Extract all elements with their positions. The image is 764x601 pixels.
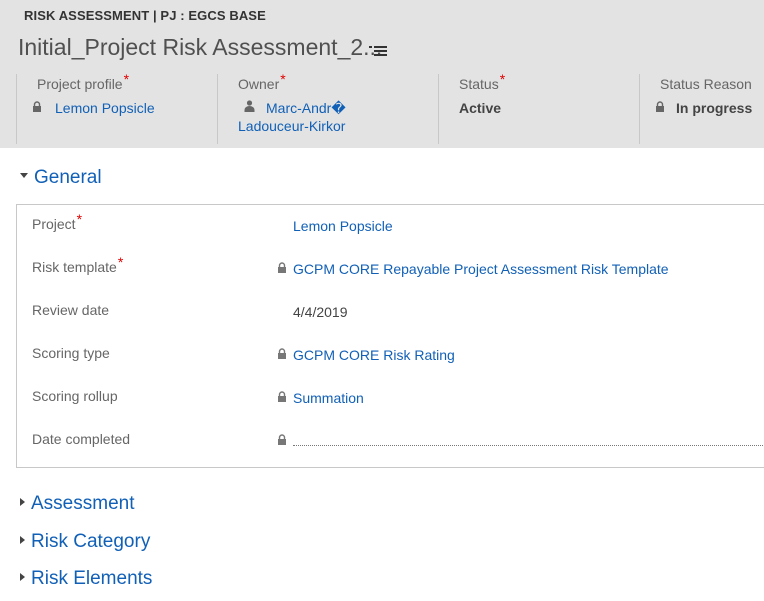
scoring-rollup-link[interactable]: Summation: [293, 390, 364, 406]
required-indicator: *: [117, 254, 124, 270]
expand-triangle-icon: [20, 497, 25, 506]
general-section-fields: Project* Lemon Popsicle Risk template* G…: [16, 204, 764, 468]
field-label: Risk template*: [32, 254, 124, 275]
lock-icon: [278, 348, 286, 359]
field-label: Review date: [32, 302, 110, 318]
project-link[interactable]: Lemon Popsicle: [293, 218, 393, 234]
header-field-status: Status* Active: [438, 71, 638, 144]
status-reason-value: In progress: [676, 100, 753, 116]
header-field-label: Status Reason: [660, 76, 752, 92]
field-row-scoring-type: Scoring type GCPM CORE Risk Rating: [17, 345, 764, 375]
section-title: Risk Category: [31, 531, 151, 552]
header-field-status-reason: Status Reason In progress: [639, 74, 764, 144]
entity-type-label: RISK ASSESSMENT | PJ : EGCS BASE: [24, 8, 266, 23]
header-field-label: Project profile*: [37, 71, 130, 92]
required-indicator: *: [76, 211, 83, 227]
owner-link-continued[interactable]: Ladouceur-Kirkor: [238, 118, 345, 134]
field-row-scoring-rollup: Scoring rollup Summation: [17, 388, 764, 418]
field-row-date-completed: Date completed: [17, 431, 764, 461]
header-field-label: Owner*: [238, 71, 286, 92]
section-risk-category-toggle[interactable]: Risk Category: [20, 531, 150, 553]
form-selector-menu-icon[interactable]: [369, 44, 387, 58]
field-row-review-date: Review date 4/4/2019: [17, 302, 764, 332]
field-label: Project*: [32, 211, 83, 232]
required-indicator: *: [280, 71, 286, 87]
lock-icon: [33, 101, 41, 112]
owner-link[interactable]: Marc-Andr�: [266, 100, 346, 117]
section-assessment-toggle[interactable]: Assessment: [20, 493, 134, 515]
review-date-value[interactable]: 4/4/2019: [293, 304, 348, 320]
expand-triangle-icon: [20, 535, 25, 544]
project-profile-link[interactable]: Lemon Popsicle: [55, 100, 155, 116]
section-title: Assessment: [31, 493, 135, 514]
field-label: Scoring rollup: [32, 388, 118, 404]
section-title: General: [34, 167, 102, 188]
date-completed-empty-field[interactable]: [293, 445, 764, 446]
risk-template-link[interactable]: GCPM CORE Repayable Project Assessment R…: [293, 261, 669, 277]
collapse-triangle-icon: [20, 173, 28, 179]
record-title[interactable]: Initial_Project Risk Assessment_2...: [18, 34, 382, 61]
field-row-risk-template: Risk template* GCPM CORE Repayable Proje…: [17, 254, 764, 289]
expand-triangle-icon: [20, 572, 25, 581]
lock-icon: [278, 262, 286, 273]
scoring-type-link[interactable]: GCPM CORE Risk Rating: [293, 347, 455, 363]
required-indicator: *: [123, 71, 130, 87]
header-field-owner: Owner* Marc-Andr� Ladouceur-Kirkor: [217, 71, 437, 144]
user-icon: [244, 100, 255, 112]
header-field-label: Status*: [459, 71, 506, 92]
record-header: RISK ASSESSMENT | PJ : EGCS BASE Initial…: [0, 0, 764, 148]
status-value[interactable]: Active: [459, 100, 501, 116]
section-title: Risk Elements: [31, 568, 153, 589]
field-row-project: Project* Lemon Popsicle: [17, 211, 764, 246]
lock-icon: [278, 391, 286, 402]
section-general-toggle[interactable]: General: [20, 167, 102, 189]
section-risk-elements-toggle[interactable]: Risk Elements: [20, 568, 152, 590]
required-indicator: *: [499, 71, 506, 87]
lock-icon: [278, 434, 286, 445]
field-label: Scoring type: [32, 345, 110, 361]
lock-icon: [656, 101, 664, 112]
header-field-project-profile: Project profile* Lemon Popsicle: [16, 71, 216, 144]
field-label: Date completed: [32, 431, 131, 447]
